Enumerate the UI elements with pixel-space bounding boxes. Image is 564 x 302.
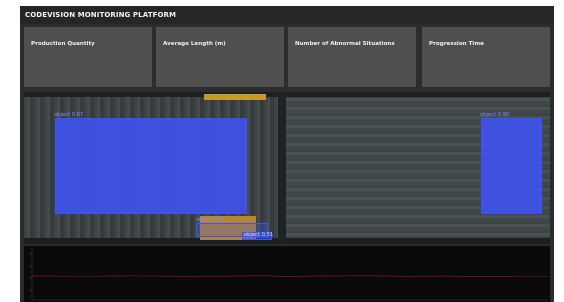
kpi-card-average-length: Average Length (m) xyxy=(156,27,284,87)
kpi-label: Average Length (m) xyxy=(163,41,226,47)
kpi-card-progression-time: Progression Time xyxy=(422,27,550,87)
conveyor-rail-bottom xyxy=(24,238,550,244)
kpi-label: Production Quantity xyxy=(31,41,95,47)
conveyor-rail-top xyxy=(24,92,550,97)
trend-line xyxy=(31,275,549,277)
detection-label: object 0.90 xyxy=(480,112,510,118)
detection-box xyxy=(55,118,247,214)
detection-label: object 0.81 xyxy=(196,217,226,223)
trend-chart-svg xyxy=(29,248,549,301)
trend-chart xyxy=(24,246,550,302)
dashboard-frame: CODEVISION MONITORING PLATFORM Productio… xyxy=(20,6,554,302)
kpi-row: Production Quantity Average Length (m) N… xyxy=(20,24,554,90)
kpi-label: Progression Time xyxy=(429,41,484,47)
camera-feed: object 0.87 object 0.90 object 0.81 obje… xyxy=(24,92,550,244)
kpi-label: Number of Abnormal Situations xyxy=(295,41,395,47)
conveyor-divider xyxy=(278,92,286,244)
kpi-card-abnormal-situations: Number of Abnormal Situations xyxy=(288,27,416,87)
detection-label: object 0.87 xyxy=(54,112,84,118)
app-title: CODEVISION MONITORING PLATFORM xyxy=(20,6,554,24)
kpi-card-production-quantity: Production Quantity xyxy=(24,27,152,87)
detection-label: object 0.51 xyxy=(244,232,274,238)
detection-box xyxy=(481,118,542,214)
y-ticks xyxy=(29,253,32,291)
machine-part xyxy=(204,94,266,100)
